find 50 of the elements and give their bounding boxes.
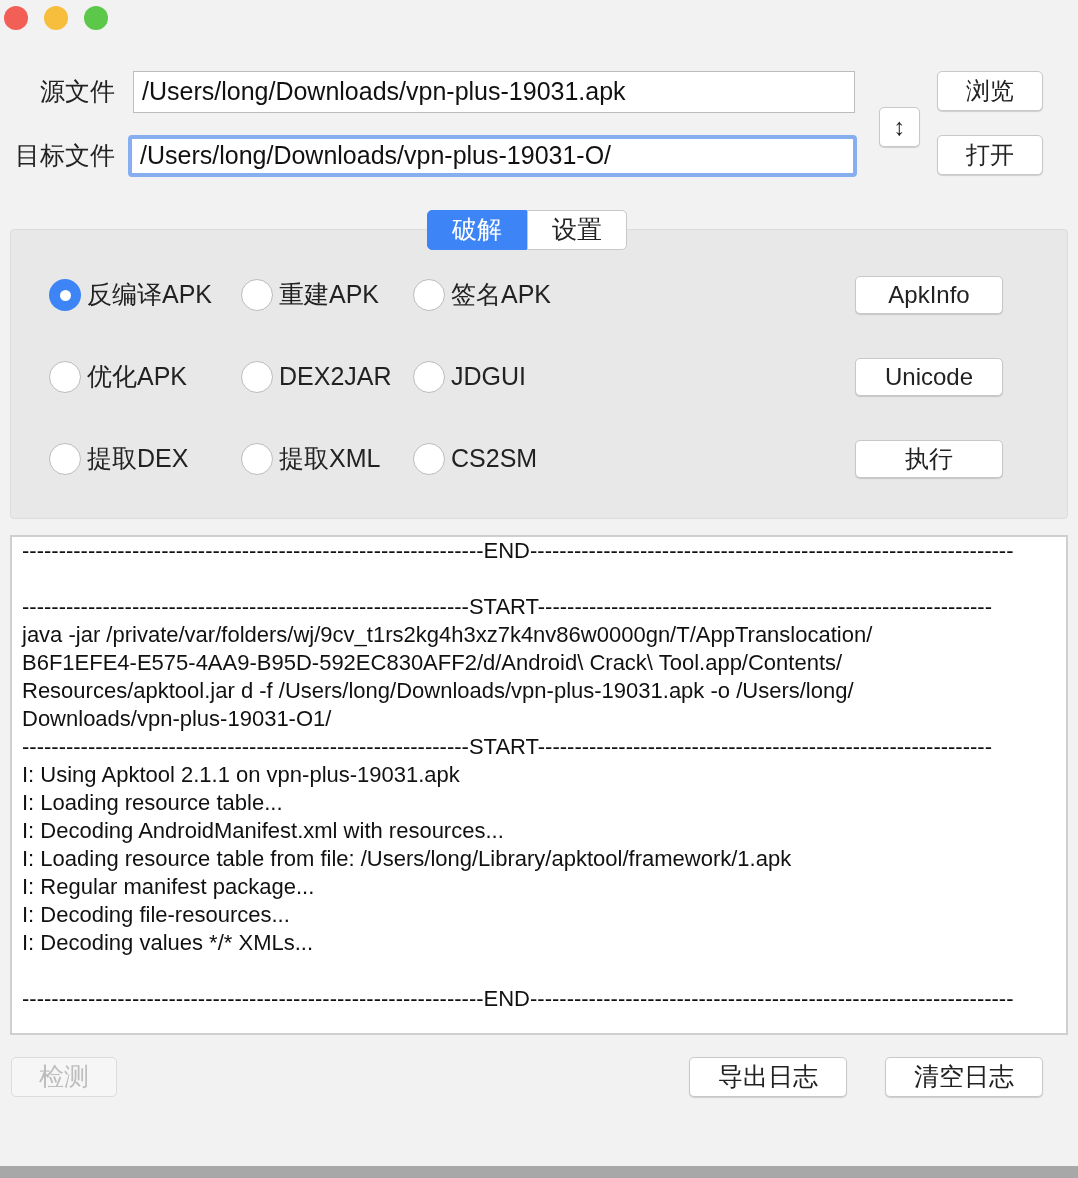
- radio-label: 提取XML: [279, 443, 381, 475]
- radio-button[interactable]: [413, 279, 445, 311]
- log-line: I: Loading resource table from file: /Users/long/Library/apktool/framework/1.apk: [22, 845, 793, 873]
- radio-button[interactable]: [241, 361, 273, 393]
- radio-button[interactable]: [49, 361, 81, 393]
- path-field[interactable]: /Users/long/Downloads/vpn-plus-19031-O/: [128, 135, 857, 177]
- log-line: B6F1EFE4-E575-4AA9-B95D-592EC830AFF2/d/Android\ Crack\ Tool.app/Contents/: [22, 649, 844, 677]
- log-line: Resources/apktool.jar d -f /Users/long/Downloads/vpn-plus-19031.apk -o /Users/long/: [22, 677, 855, 705]
- log-line: java -jar /private/var/folders/wj/9cv_t1rs2kg4h3xz7k4nv86w0000gn/T/AppTranslocation/: [22, 621, 874, 649]
- zoom-window-icon[interactable]: [84, 6, 108, 30]
- field-label: 源文件: [39, 76, 116, 108]
- log-line: I: Decoding file-resources...: [22, 901, 291, 929]
- log-line: I: Decoding values */* XMLs...: [22, 929, 315, 957]
- radio-label: 反编译APK: [87, 279, 213, 311]
- log-line: -------------------------------------------------------------START--------------------------------------------------------------: [22, 593, 993, 621]
- log-line: I: Loading resource table...: [22, 789, 284, 817]
- action-button[interactable]: 执行: [855, 440, 1003, 478]
- radio-button[interactable]: [413, 361, 445, 393]
- swap-button[interactable]: ↕: [879, 107, 920, 147]
- radio-button[interactable]: [241, 279, 273, 311]
- log-line: Downloads/vpn-plus-19031-O1/: [22, 705, 333, 733]
- radio-label: 重建APK: [279, 279, 380, 311]
- radio-button[interactable]: [49, 443, 81, 475]
- side-button[interactable]: 打开: [937, 135, 1043, 175]
- path-field[interactable]: /Users/long/Downloads/vpn-plus-19031.apk: [133, 71, 855, 113]
- bottom-button[interactable]: 清空日志: [885, 1057, 1043, 1097]
- log-line: I: Using Apktool 2.1.1 on vpn-plus-19031.apk: [22, 761, 461, 789]
- action-button[interactable]: ApkInfo: [855, 276, 1003, 314]
- log-line: -------------------------------------------------------------START--------------------------------------------------------------: [22, 733, 993, 761]
- radio-button[interactable]: [49, 279, 81, 311]
- radio-label: 优化APK: [87, 361, 188, 393]
- radio-label: 签名APK: [451, 279, 552, 311]
- field-label: 目标文件: [14, 140, 116, 172]
- log-line: I: Regular manifest package...: [22, 873, 316, 901]
- tab[interactable]: 破解: [427, 210, 527, 250]
- radio-label: JDGUI: [451, 361, 526, 393]
- radio-label: CS2SM: [451, 443, 538, 475]
- radio-label: DEX2JAR: [279, 361, 392, 393]
- action-button[interactable]: Unicode: [855, 358, 1003, 396]
- radio-button[interactable]: [413, 443, 445, 475]
- side-button[interactable]: 浏览: [937, 71, 1043, 111]
- log-line: ---------------------------------------------------------------END------------------------------------------------------------------: [22, 985, 1015, 1013]
- log-line: I: Decoding AndroidManifest.xml with resources...: [22, 817, 505, 845]
- radio-button[interactable]: [241, 443, 273, 475]
- close-window-icon[interactable]: [4, 6, 28, 30]
- radio-label: 提取DEX: [87, 443, 189, 475]
- log-line: ---------------------------------------------------------------END------------------------------------------------------------------: [22, 537, 1015, 565]
- minimize-window-icon[interactable]: [44, 6, 68, 30]
- tab[interactable]: 设置: [527, 210, 627, 250]
- bottom-button[interactable]: 导出日志: [689, 1057, 847, 1097]
